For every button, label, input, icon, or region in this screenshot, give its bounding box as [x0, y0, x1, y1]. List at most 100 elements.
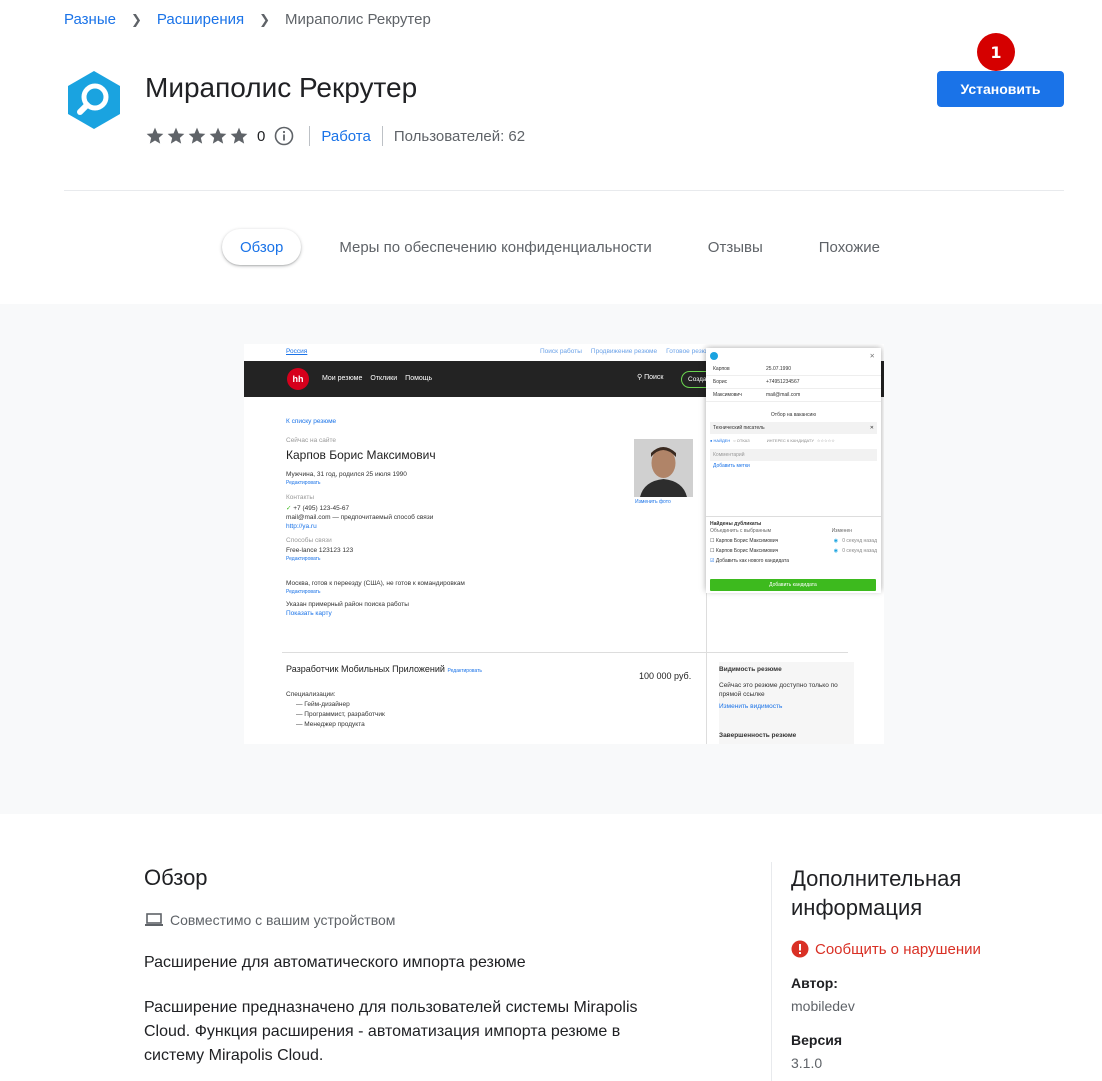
tab-reviews[interactable]: Отзывы: [708, 229, 763, 265]
shot-dup-name: ☐ Карпов Борис Максимович: [710, 548, 779, 554]
users-count: Пользователей: 62: [393, 127, 526, 145]
shot-panel-value: +74951234567: [766, 379, 800, 385]
shot-rule: [282, 652, 848, 653]
shot-add-button: Добавить кандидата: [710, 579, 876, 591]
compatibility-note: Совместимо с вашим устройством: [144, 912, 395, 928]
shot-completeness: Завершенность резюме: [719, 732, 797, 739]
shot-photo: [634, 439, 693, 497]
shot-show-map: Показать карту: [286, 610, 332, 617]
chevron-right-icon: ❯: [130, 11, 142, 27]
app-title: Мираполис Рекрутер: [145, 72, 418, 103]
chevron-right-icon: ❯: [259, 11, 271, 27]
shot-spec: — Гейм-дизайнер: [296, 701, 350, 708]
shot-nav: Мои резюме Отклики Помощь: [322, 375, 432, 382]
divider: [309, 126, 311, 146]
shot-panel-close-icon: ✕: [869, 352, 875, 360]
shot-visibility-text: Сейчас это резюме доступно только по пря…: [719, 682, 838, 698]
shot-dup-merge: Объединить с выбранным: [710, 528, 772, 534]
shot-stage-found: ● НАЙДЕН: [710, 438, 731, 443]
star-icon: [230, 127, 248, 144]
shot-dup-changed: Изменен: [831, 528, 852, 534]
shot-dup-header: Объединить с выбранным Изменен: [710, 528, 877, 534]
shot-change-visibility: Изменить видимость: [719, 703, 783, 710]
shot-visibility-title: Видимость резюме: [719, 666, 782, 673]
screenshot-image[interactable]: Россия Поиск работы Продвижение резюме Г…: [244, 344, 884, 744]
shot-edit: Редактировать: [447, 668, 483, 674]
app-logo-icon: [68, 71, 120, 129]
shot-comment: Комментарий: [710, 449, 877, 461]
breadcrumb-misc[interactable]: Разные: [64, 11, 116, 28]
report-abuse-link[interactable]: Сообщить о нарушении: [791, 940, 981, 958]
shot-search: ⚲ Поиск: [637, 374, 664, 381]
shot-toplinks: Поиск работы Продвижение резюме Готовое …: [540, 348, 715, 355]
shot-interest-stars: ☆☆☆☆☆: [816, 438, 835, 443]
shot-phone: ✓ +7 (495) 123-45-67: [286, 505, 350, 512]
tab-overview[interactable]: Обзор: [222, 229, 302, 265]
version-value: 3.1.0: [791, 1055, 823, 1071]
overview-title: Обзор: [144, 865, 208, 890]
star-icon: [209, 127, 227, 144]
shot-panel-field: Карпов: [713, 366, 730, 372]
shot-comm: Free-lance 123123 123: [286, 547, 354, 554]
shot-panel-value: mail@mail.com: [766, 392, 801, 398]
app-meta: 0 Работа Пользователей: 62: [145, 124, 525, 148]
shot-duplicates: Найдены дубликаты Объединить с выбранным…: [706, 516, 881, 593]
shot-toplink: Продвижение резюме: [590, 348, 658, 355]
category-link[interactable]: Работа: [321, 128, 371, 145]
tab-privacy[interactable]: Меры по обеспечению конфиденциальности: [339, 229, 651, 265]
shot-panel-logo-icon: [710, 351, 718, 360]
shot-change-photo: Изменить фото: [635, 499, 671, 505]
checkbox-checked-icon: ☑: [710, 558, 715, 564]
shot-job-title: Разработчик Мобильных Приложений: [286, 664, 445, 674]
author-label: Автор:: [791, 975, 838, 991]
shot-dup-name: ☐ Карпов Борис Максимович: [710, 538, 779, 544]
long-description: Расширение предназначено для пользовател…: [144, 999, 638, 1064]
shot-vacancy-clear-icon: ✕: [869, 425, 874, 431]
shot-panel-row: Борис +74951234567: [706, 376, 881, 389]
info-icon[interactable]: [274, 126, 294, 146]
shot-stage-reject-text: ОТКАЗ: [736, 438, 750, 443]
shot-site: http://ya.ru: [286, 523, 317, 530]
shot-salary: 100 000 руб.: [639, 671, 692, 681]
shot-phone-text: +7 (495) 123-45-67: [293, 505, 350, 512]
breadcrumb-current: Мираполис Рекрутер: [285, 11, 431, 28]
breadcrumb-extensions[interactable]: Расширения: [157, 11, 244, 28]
shot-panel-value: 25.07.1990: [766, 366, 792, 372]
shot-toplink: Поиск работы: [540, 348, 582, 355]
shot-spec: — Программист, разработчик: [296, 711, 385, 718]
shot-panel-row: Максимович mail@mail.com: [706, 389, 881, 402]
shot-nav-item: Мои резюме: [322, 375, 363, 382]
shot-sidebar: Видимость резюме Сейчас это резюме досту…: [719, 662, 854, 744]
rating-count[interactable]: 0: [257, 128, 265, 145]
shot-extension-panel: ✕ Карпов 25.07.1990 Борис +74951234567 Мак…: [706, 348, 881, 593]
additional-info-title: Дополнительная информация: [791, 866, 962, 920]
shot-vrule: [706, 589, 707, 744]
divider: [381, 126, 383, 146]
report-text[interactable]: Сообщить о нарушении: [815, 941, 981, 958]
notification-badge: 1: [977, 33, 1015, 71]
shot-add-new-text: Добавить как нового кандидата: [715, 558, 789, 564]
shot-panel-row: Карпов 25.07.1990: [706, 363, 881, 376]
breadcrumb: Разные ❯ Расширения ❯ Мираполис Рекрутер: [64, 11, 431, 28]
shot-job: Разработчик Мобильных Приложений Редакти…: [286, 664, 482, 674]
sidebar-divider: [771, 862, 772, 1081]
shot-dup-title: Найдены дубликаты: [710, 521, 762, 527]
shot-specs: Специализации: — Гейм-дизайнер — Програм…: [286, 690, 385, 730]
shot-stage-reject: ○ ОТКАЗ: [733, 438, 750, 443]
shot-dup-time: ◉ 0 секунд назад: [834, 548, 877, 554]
laptop-icon: [145, 913, 163, 926]
shot-nav-item: Отклики: [370, 375, 398, 382]
shot-back-link: К списку резюме: [286, 418, 337, 425]
star-icon: [146, 127, 164, 144]
tab-related[interactable]: Похожие: [819, 229, 880, 265]
version-label: Версия: [791, 1032, 843, 1048]
screenshot-gallery: Россия Поиск работы Продвижение резюме Г…: [0, 304, 1102, 814]
shot-panel-field: Максимович: [713, 392, 742, 398]
shot-spec: — Менеджер продукта: [296, 721, 365, 728]
eye-icon: ◉: [833, 548, 839, 554]
install-button[interactable]: Установить: [937, 71, 1064, 107]
shot-vacancy: Технический писатель ✕: [710, 422, 877, 434]
rating-stars: [145, 126, 249, 146]
alert-icon: [791, 940, 809, 958]
shot-dup-time-text: 0 секунд назад: [842, 548, 877, 554]
